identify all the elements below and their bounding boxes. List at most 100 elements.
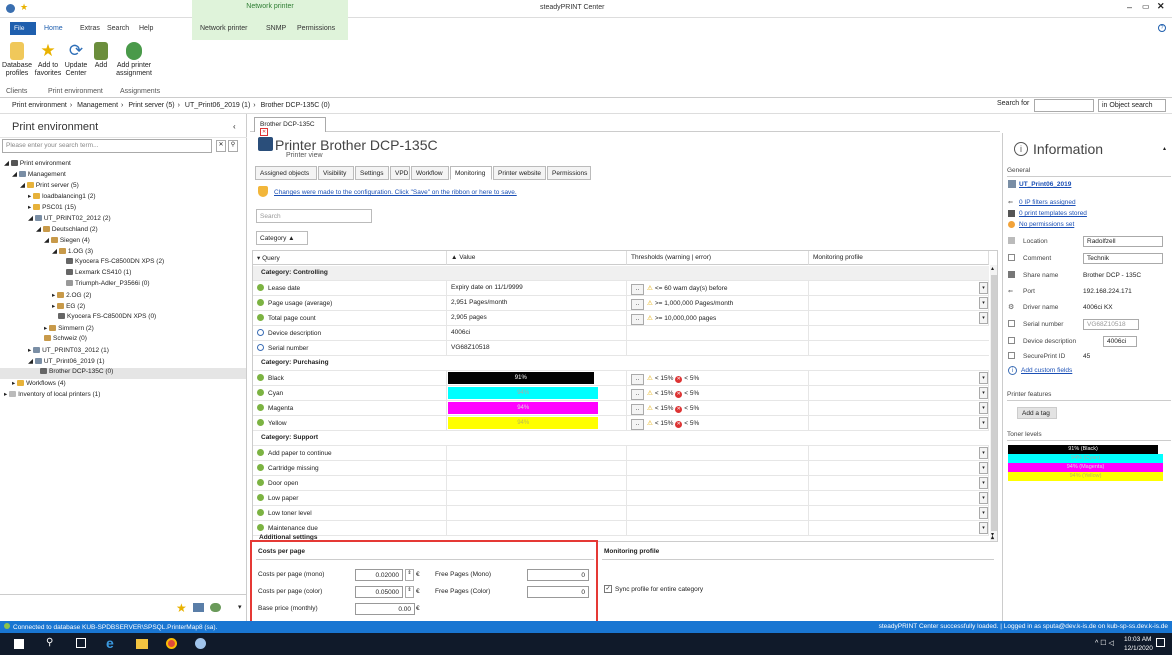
help-icon[interactable]: ? [1158, 24, 1166, 32]
column-header-monitoring-profile[interactable]: Monitoring profile [809, 251, 989, 265]
edit-threshold-button[interactable]: .. [631, 389, 644, 400]
app-icon[interactable] [6, 4, 15, 13]
color-cost-spinner[interactable]: ⇕ [405, 586, 414, 598]
profile-dropdown[interactable]: ▾ [979, 372, 988, 384]
save-changes-link[interactable]: Changes were made to the configuration. … [274, 189, 517, 196]
tree-item[interactable]: ◢ Print environment [4, 159, 71, 167]
base-price-input[interactable]: 0.00 [355, 603, 415, 615]
maximize-icon[interactable]: ▭ [1142, 2, 1150, 11]
update-center-button[interactable]: ⟳ Update Center [64, 40, 88, 78]
profile-dropdown[interactable]: ▾ [979, 312, 988, 324]
breadcrumb-item[interactable]: Management [77, 102, 118, 109]
tree-item[interactable]: ▸ EG (2) [52, 302, 85, 310]
category-row[interactable]: Category: Support [253, 431, 989, 446]
tree-item[interactable]: ▸ Workflows (4) [12, 379, 66, 387]
search-scope-select[interactable]: in Object search [1098, 99, 1166, 112]
profile-dropdown[interactable]: ▾ [979, 417, 988, 429]
table-row[interactable]: Door open ▾ [253, 476, 989, 491]
file-explorer-icon[interactable] [136, 639, 148, 649]
tab-extras[interactable]: Extras [80, 25, 100, 32]
table-row[interactable]: Device description 4006ci [253, 326, 989, 341]
chevron-down-icon[interactable]: ▾ [238, 603, 242, 611]
device-description-field[interactable]: 4006ci [1103, 336, 1137, 347]
color-cost-input[interactable]: 0.05000 [355, 586, 403, 598]
profile-dropdown[interactable]: ▾ [979, 492, 988, 504]
tab-workflow[interactable]: Workflow [411, 166, 449, 180]
profile-dropdown[interactable]: ▾ [979, 282, 988, 294]
tree-item[interactable]: Lexmark CS410 (1) [66, 269, 131, 276]
tab-permissions-sub[interactable]: Permissions [547, 166, 591, 180]
edit-threshold-button[interactable]: .. [631, 374, 644, 385]
profile-dropdown[interactable]: ▾ [979, 297, 988, 309]
add-tag-button[interactable]: Add a tag [1017, 407, 1057, 419]
profile-dropdown[interactable]: ▾ [979, 507, 988, 519]
tab-assigned-objects[interactable]: Assigned objects [255, 166, 317, 180]
table-row[interactable]: Yellow 94%.. ⚠ < 15% ✕ < 5% ▾ [253, 416, 989, 431]
print-environment-icon[interactable] [193, 603, 204, 612]
collapse-panel-icon[interactable]: ▴ [1163, 145, 1166, 152]
category-row[interactable]: Category: Controlling [253, 266, 989, 281]
tab-help[interactable]: Help [139, 25, 153, 32]
minimize-icon[interactable]: – [1127, 2, 1132, 12]
edit-threshold-button[interactable]: .. [631, 284, 644, 295]
search-icon[interactable]: ⚲ [46, 637, 53, 648]
table-row[interactable]: Page usage (average) 2,951 Pages/month .… [253, 296, 989, 311]
comment-field[interactable]: Technik [1083, 253, 1163, 264]
tree-item[interactable]: ▸ 2.OG (2) [52, 291, 91, 299]
table-row[interactable]: Serial number VG68Z10518 [253, 341, 989, 356]
mono-cost-spinner[interactable]: ⇕ [405, 569, 414, 581]
tree-item[interactable]: ◢ Print server (5) [20, 181, 79, 189]
edge-icon[interactable]: e [106, 635, 114, 651]
tree-item[interactable]: ▸ PSC01 (15) [28, 203, 76, 211]
breadcrumb-item[interactable]: Print server (5) [128, 102, 174, 109]
breadcrumb-item[interactable]: Brother DCP-135C (0) [261, 102, 330, 109]
query-search-input[interactable]: Search [256, 209, 372, 223]
column-header-query[interactable]: ▾ Query [253, 251, 447, 265]
serial-number-field[interactable]: VG68Z10518 [1083, 319, 1139, 330]
close-icon[interactable]: ✕ [1157, 1, 1165, 12]
profile-dropdown[interactable]: ▾ [979, 477, 988, 489]
tab-settings[interactable]: Settings [355, 166, 389, 180]
add-button[interactable]: Add [90, 40, 112, 70]
table-row[interactable]: Lease date Expiry date on 11/1/9999 .. ⚠ <… [253, 281, 989, 296]
favorites-star-icon[interactable]: ★ [176, 601, 187, 615]
table-row[interactable]: Low paper ▾ [253, 491, 989, 506]
star-icon[interactable]: ★ [20, 2, 28, 13]
sync-checkbox[interactable]: ✓ [604, 585, 612, 593]
table-row[interactable]: Low toner level ▾ [253, 506, 989, 521]
breadcrumb-item[interactable]: Print environment [12, 102, 67, 109]
grid-scrollbar[interactable]: ▴ ▾ [990, 265, 997, 541]
windows-start-icon[interactable] [14, 639, 24, 649]
tab-visibility[interactable]: Visibility [318, 166, 354, 180]
scroll-thumb[interactable] [991, 275, 997, 531]
tree-item[interactable]: ◢ UT_PRINT02_2012 (2) [28, 214, 111, 222]
global-search-input[interactable] [1034, 99, 1094, 112]
location-field[interactable]: Radolfzell [1083, 236, 1163, 247]
tree-item[interactable]: ◢ Management [12, 170, 66, 178]
table-row[interactable]: Magenta 94%.. ⚠ < 15% ✕ < 5% ▾ [253, 401, 989, 416]
table-row[interactable]: Cyan 94%.. ⚠ < 15% ✕ < 5% ▾ [253, 386, 989, 401]
tree-item[interactable]: Kyocera FS-C8500DN XPS (2) [66, 258, 164, 265]
add-to-favorites-button[interactable]: ★ Add to favorites [34, 40, 62, 78]
column-header-value[interactable]: ▲ Value [447, 251, 627, 265]
add-custom-fields-link[interactable]: Add custom fields [1021, 367, 1072, 374]
breadcrumb-item[interactable]: UT_Print06_2019 (1) [185, 102, 250, 109]
tab-file[interactable]: File [10, 22, 36, 35]
table-row[interactable]: Total page count 2,905 pages .. ⚠ >= 10,00… [253, 311, 989, 326]
ip-filters-link[interactable]: 0 IP filters assigned [1019, 199, 1076, 206]
doc-tab-brother[interactable]: Brother DCP-135C ✕ [254, 117, 326, 136]
table-row[interactable]: Black 91%.. ⚠ < 15% ✕ < 5% ▾ [253, 371, 989, 386]
tree-item[interactable]: ▸ loadbalancing1 (2) [28, 192, 96, 200]
steadyprint-taskbar-icon[interactable] [195, 638, 206, 649]
tray-icons[interactable]: ^ ☐ ◁ [1095, 639, 1114, 647]
add-printer-assignment-button[interactable]: Add printer assignment [116, 40, 152, 78]
profile-dropdown[interactable]: ▾ [979, 402, 988, 414]
tab-permissions[interactable]: Permissions [297, 25, 335, 32]
free-mono-input[interactable]: 0 [527, 569, 589, 581]
collapse-panel-icon[interactable]: ‹ [233, 122, 236, 131]
tree-item[interactable]: Kyocera FS-C8500DN XPS (0) [58, 313, 156, 320]
templates-link[interactable]: 0 print templates stored [1019, 210, 1087, 217]
tree-item[interactable]: Schweiz (0) [44, 335, 87, 342]
tree-search-input[interactable]: Please enter your search term... [2, 139, 212, 153]
tab-monitoring[interactable]: Monitoring [450, 166, 492, 180]
